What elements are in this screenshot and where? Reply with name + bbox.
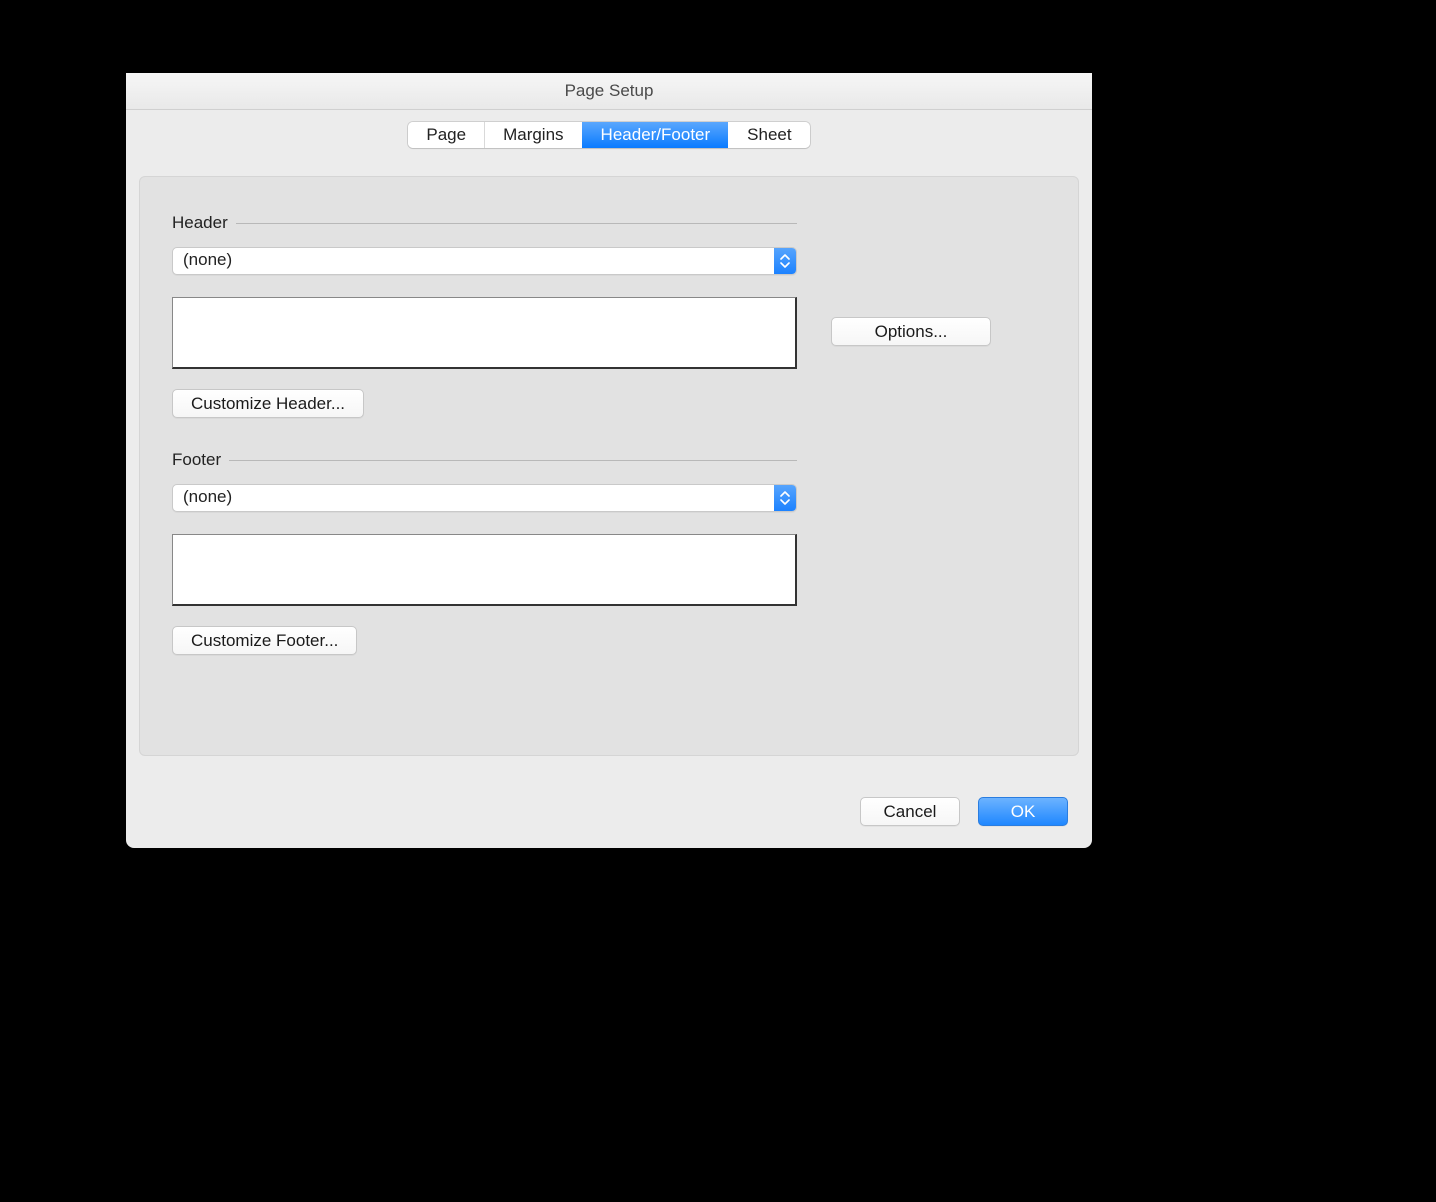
dialog-buttons: Cancel OK xyxy=(860,797,1068,826)
options-button[interactable]: Options... xyxy=(831,317,991,346)
ok-button[interactable]: OK xyxy=(978,797,1068,826)
tab-page[interactable]: Page xyxy=(408,122,484,148)
customize-header-button[interactable]: Customize Header... xyxy=(172,389,364,418)
header-label-row: Header xyxy=(172,213,797,233)
header-select-value: (none) xyxy=(172,247,797,275)
footer-label-row: Footer xyxy=(172,450,797,470)
tab-header-footer[interactable]: Header/Footer xyxy=(582,122,729,148)
footer-preview xyxy=(172,534,797,606)
footer-rule xyxy=(229,460,797,461)
content-area: Page Margins Header/Footer Sheet Header … xyxy=(126,110,1092,769)
header-section: Header (none) xyxy=(172,213,797,275)
header-label: Header xyxy=(172,213,228,233)
titlebar: Page Setup xyxy=(126,73,1092,110)
header-preview-row: Customize Header... Options... xyxy=(172,297,1046,418)
footer-section: Footer (none) Customize Footer... xyxy=(172,450,797,655)
tab-bar: Page Margins Header/Footer Sheet xyxy=(408,122,809,148)
window-title: Page Setup xyxy=(565,81,654,101)
footer-select[interactable]: (none) xyxy=(172,484,797,512)
updown-icon xyxy=(774,248,796,274)
page-setup-sheet: Page Setup Page Margins Header/Footer Sh… xyxy=(126,73,1092,848)
tab-bar-container: Page Margins Header/Footer Sheet xyxy=(139,110,1079,150)
header-preview xyxy=(172,297,797,369)
header-rule xyxy=(236,223,797,224)
tab-margins[interactable]: Margins xyxy=(484,122,581,148)
tab-panel: Header (none) Customize Header... xyxy=(139,176,1079,756)
customize-footer-button[interactable]: Customize Footer... xyxy=(172,626,357,655)
footer-select-value: (none) xyxy=(172,484,797,512)
tab-sheet[interactable]: Sheet xyxy=(728,122,809,148)
header-select[interactable]: (none) xyxy=(172,247,797,275)
footer-label: Footer xyxy=(172,450,221,470)
cancel-button[interactable]: Cancel xyxy=(860,797,960,826)
updown-icon xyxy=(774,485,796,511)
